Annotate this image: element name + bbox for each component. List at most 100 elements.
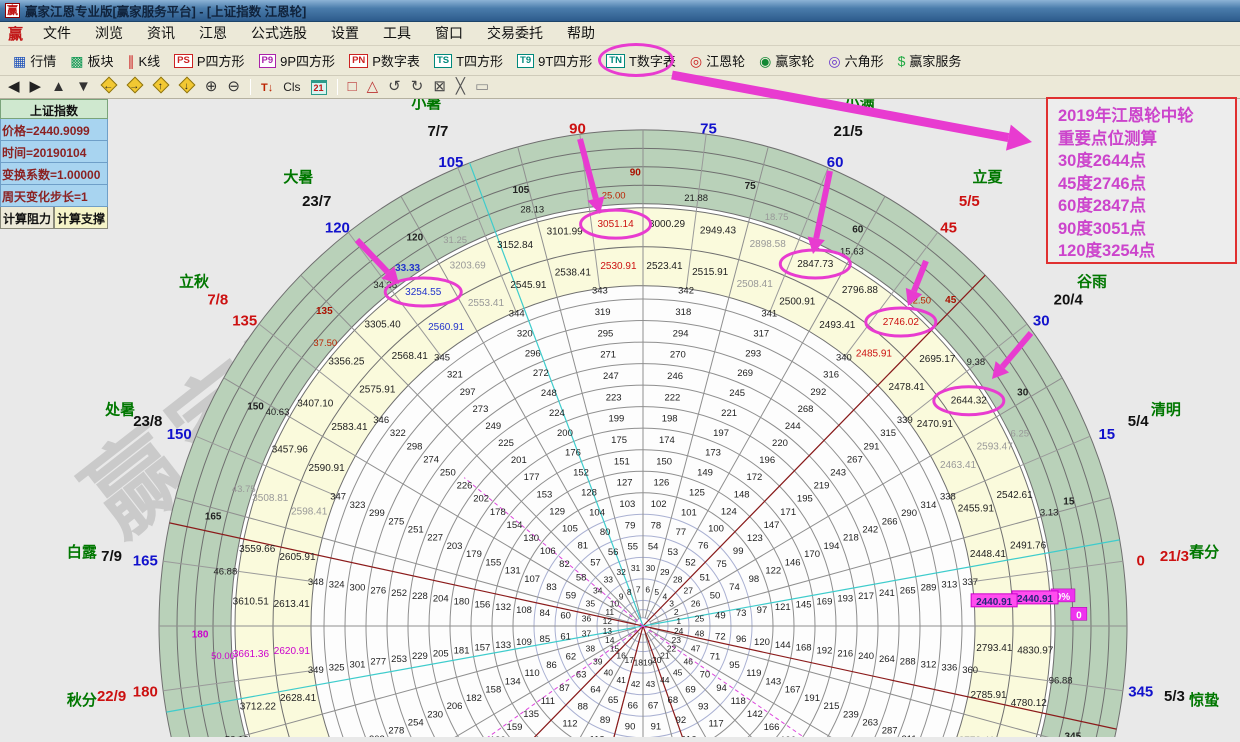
tool-rotate-up-icon[interactable]: ▲ [51, 78, 66, 96]
svg-text:2530.91: 2530.91 [600, 261, 637, 272]
tool-cls-icon[interactable]: Cls [283, 78, 300, 96]
t-square-icon: TS [434, 54, 452, 68]
toolbar-button-quotes[interactable]: ▦行情 [6, 48, 63, 73]
svg-text:3356.25: 3356.25 [328, 357, 365, 368]
svg-text:30: 30 [646, 563, 656, 573]
svg-text:203: 203 [447, 541, 463, 552]
svg-text:117: 117 [708, 719, 723, 730]
svg-text:33: 33 [604, 575, 614, 585]
toolbar-button-gann-wheel[interactable]: ◎江恩轮 [683, 48, 752, 73]
svg-text:297: 297 [460, 387, 476, 398]
svg-text:6: 6 [645, 584, 650, 594]
menu-item-formula-stock-pick[interactable]: 公式选股 [239, 21, 319, 46]
svg-text:146: 146 [785, 557, 801, 568]
svg-text:246: 246 [667, 371, 683, 382]
menu-item-help[interactable]: 帮助 [555, 21, 607, 46]
svg-text:75: 75 [716, 559, 727, 570]
main-toolbar: ▦行情▩板块∥K线PSP四方形P99P四方形PNP数字表TST四方形T99T四方… [0, 46, 1240, 76]
toolbar-button-p-number-table[interactable]: PNP数字表 [342, 48, 427, 73]
tool-presentation-icon[interactable]: ▭ [475, 78, 489, 96]
tool-calendar-icon[interactable]: 21 [311, 78, 327, 96]
toolbar-button-hexagon[interactable]: ◎六角形 [821, 48, 890, 73]
tool-triangle-tool-icon[interactable]: △ [367, 78, 379, 96]
toolbar-button-t-number-table[interactable]: TNT数字表 [599, 48, 683, 73]
p-number-table-icon: PN [349, 54, 368, 68]
svg-text:74: 74 [729, 582, 740, 593]
svg-text:87: 87 [559, 683, 570, 694]
svg-text:103: 103 [619, 499, 635, 510]
svg-text:立夏: 立夏 [973, 168, 1004, 186]
menu-item-window[interactable]: 窗口 [423, 21, 475, 46]
svg-text:27: 27 [683, 585, 693, 595]
svg-text:180: 180 [454, 597, 470, 608]
tool-shift-right-icon[interactable]: → [127, 78, 143, 96]
svg-text:206: 206 [447, 701, 463, 712]
svg-text:60: 60 [560, 611, 571, 622]
svg-text:198: 198 [662, 414, 678, 425]
svg-text:9: 9 [619, 592, 624, 602]
tool-rotate-ccw-icon[interactable]: ↺ [388, 78, 401, 96]
menu-item-tools[interactable]: 工具 [371, 21, 423, 46]
svg-text:201: 201 [511, 455, 527, 466]
toolbar-button-9t-square[interactable]: T99T四方形 [510, 48, 599, 73]
svg-text:126: 126 [653, 478, 669, 489]
svg-text:167: 167 [785, 685, 801, 696]
svg-text:134: 134 [505, 676, 521, 687]
svg-text:173: 173 [705, 448, 721, 459]
tool-fit-center-icon[interactable]: ╳ [456, 78, 465, 96]
tool-zoom-in-icon[interactable]: ⊕ [205, 78, 218, 96]
svg-text:2568.41: 2568.41 [392, 351, 429, 362]
svg-text:30: 30 [1017, 388, 1029, 399]
menu-item-settings[interactable]: 设置 [319, 21, 371, 46]
svg-text:101: 101 [681, 507, 697, 518]
svg-text:95: 95 [729, 660, 740, 671]
tool-t-updown-icon[interactable]: T↓ [261, 78, 273, 97]
calc-support-button[interactable]: 计算支撑 [54, 207, 108, 229]
menu-item-file[interactable]: 文件 [31, 21, 83, 46]
tool-delete-box-icon[interactable]: ⊠ [433, 78, 446, 96]
svg-text:197: 197 [713, 428, 729, 439]
toolbar-button-kline[interactable]: ∥K线 [121, 48, 168, 73]
svg-text:75: 75 [700, 120, 717, 137]
menu-item-news[interactable]: 资讯 [135, 21, 187, 46]
svg-text:45: 45 [940, 220, 957, 237]
toolbar-button-t-square[interactable]: TST四方形 [427, 48, 510, 73]
tool-shift-down-icon[interactable]: ↓ [179, 78, 195, 96]
tool-zoom-out-icon[interactable]: ⊖ [227, 78, 240, 96]
svg-text:348: 348 [308, 577, 324, 588]
svg-text:120: 120 [325, 220, 350, 237]
svg-text:2613.41: 2613.41 [274, 599, 311, 610]
svg-text:5/5: 5/5 [959, 193, 980, 210]
svg-text:57: 57 [590, 558, 601, 569]
toolbar-separator [337, 79, 338, 95]
svg-text:224: 224 [549, 408, 565, 419]
toolbar-button-9p-square[interactable]: P99P四方形 [252, 48, 343, 73]
toolbar-button-winner-service[interactable]: $赢家服务 [891, 48, 969, 73]
menu-item-trade-entrust[interactable]: 交易委托 [475, 21, 555, 46]
tool-shift-up-icon[interactable]: ↑ [153, 78, 169, 96]
tool-rotate-down-icon[interactable]: ▼ [76, 78, 91, 96]
toolbar-button-sectors[interactable]: ▩板块 [63, 48, 120, 73]
svg-text:263: 263 [862, 717, 878, 728]
tool-rotate-cw-icon[interactable]: ↻ [411, 78, 424, 96]
toolbar-button-p-square[interactable]: PSP四方形 [167, 48, 251, 73]
svg-text:128: 128 [581, 487, 597, 498]
svg-text:313: 313 [941, 580, 957, 591]
tool-next-icon[interactable]: ▶ [30, 78, 42, 96]
svg-text:50: 50 [710, 590, 721, 601]
svg-text:220: 220 [772, 438, 788, 449]
svg-text:44: 44 [660, 675, 670, 685]
menu-item-gann[interactable]: 江恩 [187, 21, 239, 46]
tool-rect-tool-icon[interactable]: □ [348, 78, 357, 96]
tool-shift-left-icon[interactable]: ← [101, 78, 117, 96]
calc-resistance-button[interactable]: 计算阻力 [0, 207, 54, 229]
svg-text:9.38: 9.38 [967, 357, 986, 368]
svg-text:8: 8 [627, 587, 632, 597]
svg-text:150: 150 [247, 401, 264, 412]
tool-prev-icon[interactable]: ◀ [8, 78, 20, 96]
toolbar-button-winner-wheel[interactable]: ◉赢家轮 [752, 48, 821, 73]
svg-text:248: 248 [541, 388, 557, 399]
menu-bar: 赢 文件浏览资讯江恩公式选股设置工具窗口交易委托帮助 [0, 22, 1240, 46]
menu-item-browse[interactable]: 浏览 [83, 21, 135, 46]
svg-text:83: 83 [546, 582, 557, 593]
